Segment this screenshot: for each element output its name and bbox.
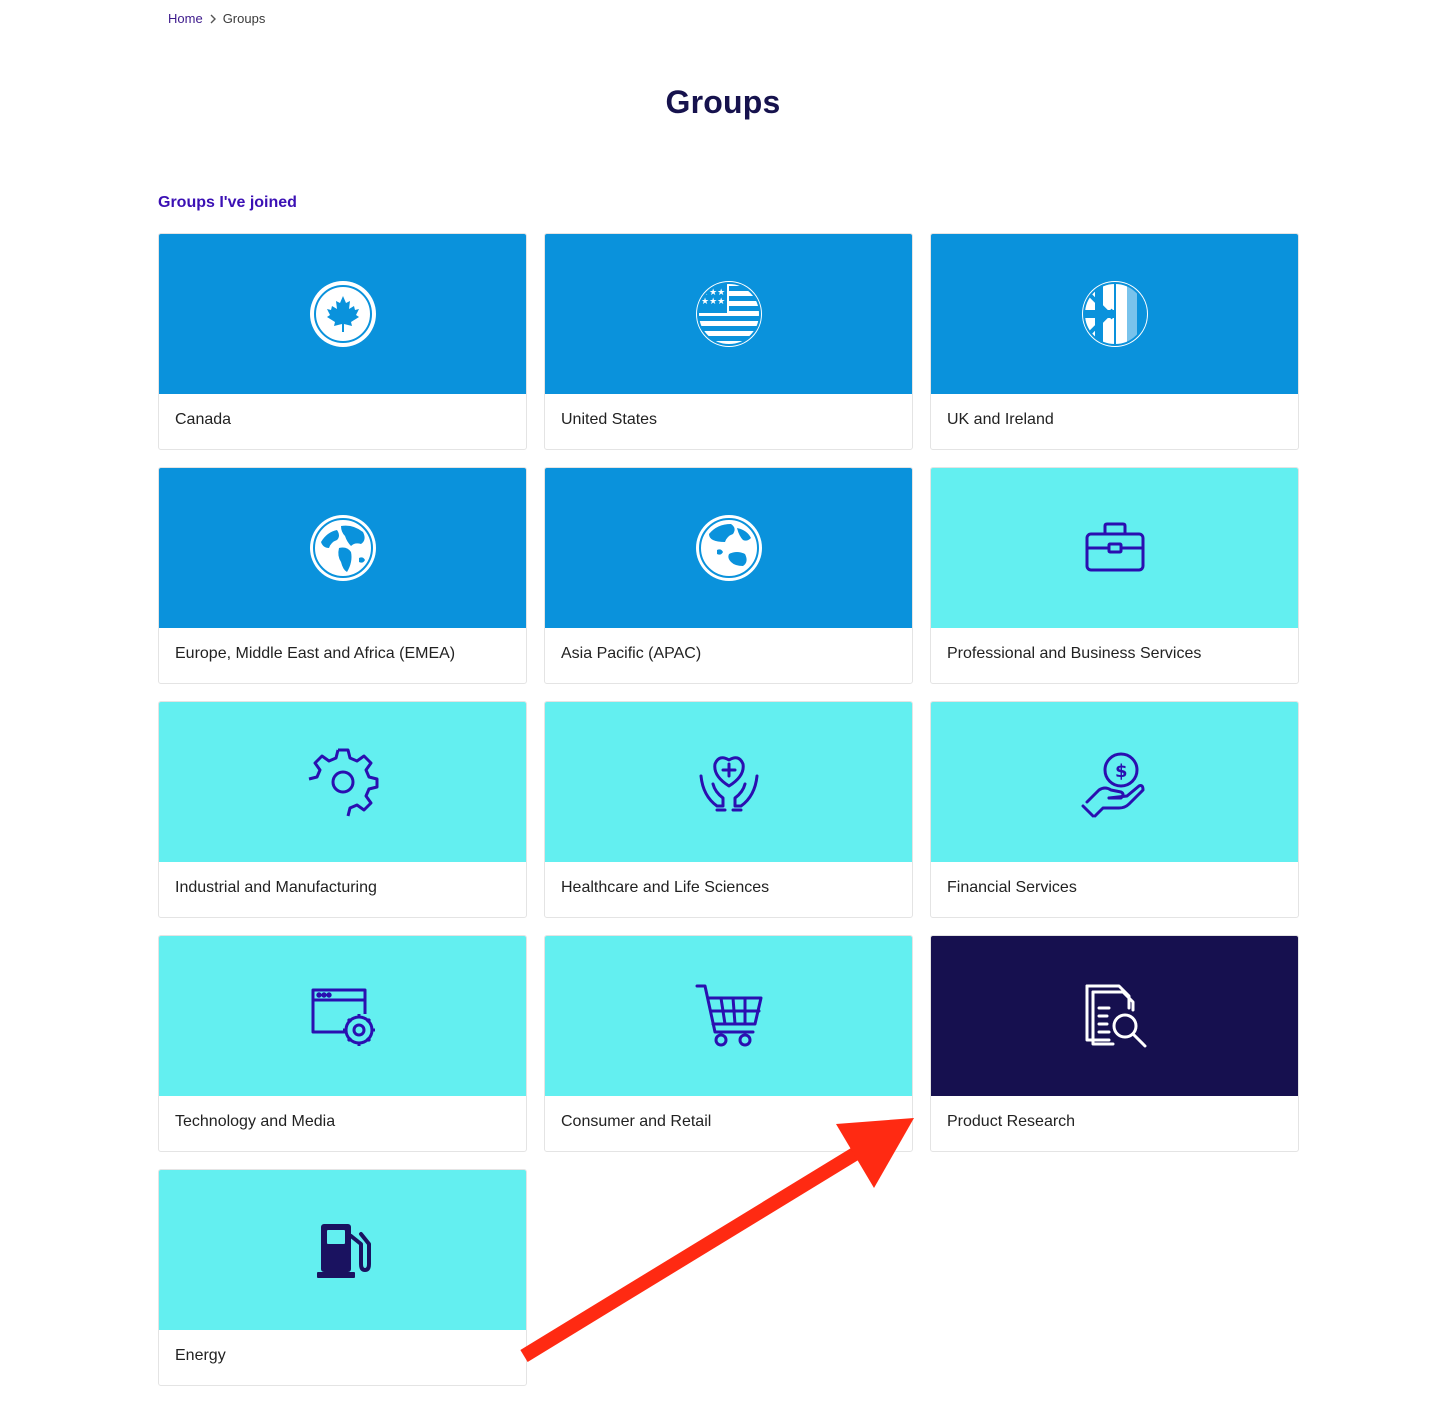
group-card-label: Financial Services	[947, 879, 1077, 896]
group-card-label: Product Research	[947, 1113, 1076, 1130]
group-card-label: United States	[561, 411, 658, 428]
group-card-banner	[545, 936, 912, 1096]
breadcrumb-current: Groups	[222, 11, 266, 26]
group-card-banner	[931, 234, 1298, 394]
group-card-banner	[159, 936, 526, 1096]
group-card-label: Technology and Media	[175, 1113, 336, 1130]
group-card-banner	[545, 468, 912, 628]
group-card-label: Healthcare and Life Sciences	[561, 879, 770, 896]
group-card-banner	[159, 468, 526, 628]
group-card-label: UK and Ireland	[947, 411, 1054, 428]
group-card-professional-business-services[interactable]: Professional and Business Services	[930, 467, 1299, 684]
page-title: Groups	[665, 84, 781, 120]
money-hand-icon: $	[1081, 752, 1144, 818]
group-card-banner	[159, 1170, 526, 1330]
section-title-joined-groups: Groups I've joined	[158, 194, 297, 211]
group-card-banner	[931, 936, 1298, 1096]
group-card-product-research[interactable]: Product Research	[930, 935, 1299, 1152]
browser-gear-icon	[311, 988, 375, 1046]
heart-hands-icon	[699, 756, 758, 812]
group-card-banner	[159, 234, 526, 394]
group-card-healthcare-life-sciences[interactable]: Healthcare and Life Sciences	[544, 701, 913, 918]
briefcase-icon	[1085, 522, 1144, 572]
group-card-banner: ★★★ ★★★	[545, 234, 912, 394]
fuel-pump-icon	[316, 1224, 371, 1278]
gear-icon	[308, 748, 378, 817]
breadcrumb-home-link[interactable]: Home	[168, 11, 203, 26]
canada-flag-icon	[309, 281, 376, 347]
uk-ireland-flag-icon	[1081, 281, 1148, 347]
group-card-uk-ireland[interactable]: UK and Ireland	[930, 233, 1299, 450]
group-card-canada[interactable]: Canada	[158, 233, 527, 450]
group-card-label: Canada	[175, 411, 232, 428]
group-card-industrial-manufacturing[interactable]: Industrial and Manufacturing	[158, 701, 527, 918]
group-card-energy[interactable]: Energy	[158, 1169, 527, 1386]
group-card-banner: $	[931, 702, 1298, 862]
svg-text:★★★: ★★★	[701, 297, 725, 307]
group-card-financial-services[interactable]: $ Financial Services	[930, 701, 1299, 918]
group-card-label: Europe, Middle East and Africa (EMEA)	[175, 645, 456, 662]
group-card-label: Industrial and Manufacturing	[175, 879, 377, 896]
globe-apac-icon	[695, 515, 762, 581]
group-card-banner	[159, 702, 526, 862]
page: Home Groups Groups Groups I've joined Ca…	[0, 0, 1446, 1418]
group-card-united-states[interactable]: ★★★ ★★★ United States	[544, 233, 913, 450]
globe-emea-icon	[309, 515, 376, 581]
group-card-banner	[931, 468, 1298, 628]
svg-text:$: $	[1115, 761, 1128, 782]
us-flag-icon: ★★★ ★★★	[695, 281, 762, 347]
group-card-banner	[545, 702, 912, 862]
group-card-label: Professional and Business Services	[947, 645, 1202, 662]
group-card-technology-media[interactable]: Technology and Media	[158, 935, 527, 1152]
group-card-apac[interactable]: Asia Pacific (APAC)	[544, 467, 913, 684]
group-card-label: Energy	[175, 1347, 226, 1364]
chevron-right-icon	[209, 14, 217, 24]
group-card-label: Asia Pacific (APAC)	[561, 645, 702, 662]
breadcrumb: Home Groups	[168, 11, 265, 26]
shopping-cart-icon	[695, 984, 762, 1047]
group-card-label: Consumer and Retail	[561, 1113, 712, 1130]
group-card-emea[interactable]: Europe, Middle East and Africa (EMEA)	[158, 467, 527, 684]
group-card-consumer-retail[interactable]: Consumer and Retail	[544, 935, 913, 1152]
groups-grid: Canada ★★★ ★★★ United States UK and Irel…	[158, 233, 1299, 1386]
document-search-icon	[1085, 984, 1146, 1048]
